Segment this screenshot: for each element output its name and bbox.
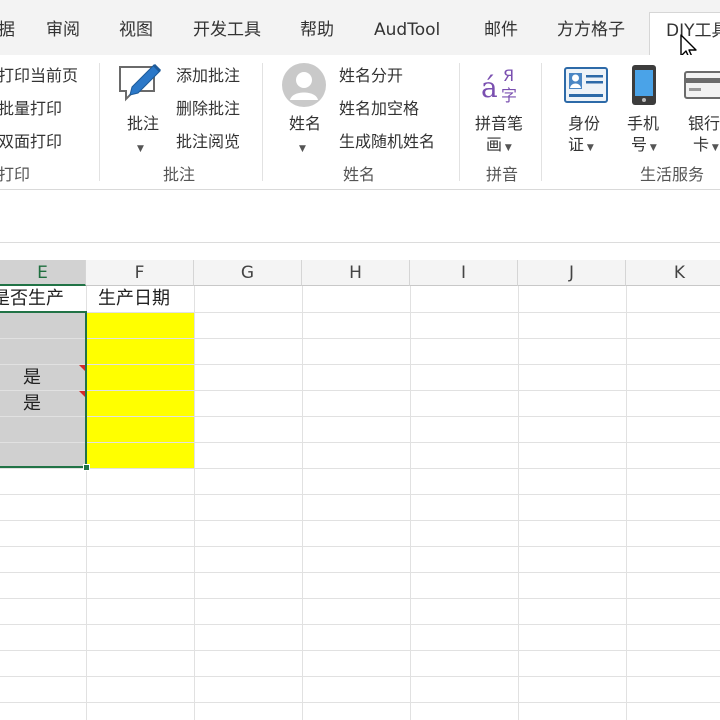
gridline (0, 494, 720, 495)
batch-print-button[interactable]: 批量打印 (0, 99, 62, 119)
svg-text:á: á (481, 71, 498, 104)
gridline (0, 442, 720, 443)
bank-card-button-label-line1: 银行 (688, 114, 720, 133)
name-add-space-button[interactable]: 姓名加空格 (339, 99, 419, 119)
tab-mail[interactable]: 邮件 (484, 18, 518, 42)
gridline (0, 520, 720, 521)
selection-border (0, 311, 87, 468)
view-comment-button[interactable]: 批注阅览 (176, 132, 240, 152)
bank-card-icon (684, 71, 720, 99)
comment-group-label: 批注 (163, 165, 196, 184)
print-current-page-button[interactable]: 打印当前页 (0, 66, 78, 86)
tab-review[interactable]: 审阅 (46, 18, 80, 42)
comment-big-button-label: 批注 (127, 114, 160, 133)
fill-handle[interactable] (83, 464, 90, 471)
tab-audtool[interactable]: AudTool (374, 18, 440, 42)
gridline (0, 364, 720, 365)
ribbon-tab-bar: 据 审阅 视图 开发工具 帮助 AudTool 邮件 方方格子 DIY工具 (0, 0, 720, 55)
cell-e-header[interactable]: 是否生产 (0, 288, 64, 310)
gridline (302, 286, 303, 720)
gridline (0, 572, 720, 573)
tab-help[interactable]: 帮助 (300, 18, 334, 42)
column-header-j[interactable]: J (518, 260, 626, 286)
svg-text:字: 字 (501, 86, 517, 105)
id-card-button-label-line2: 证 ▼ (568, 135, 594, 154)
worksheet-grid[interactable]: E F G H I J K 是否生产 生产日期 是 是 (0, 260, 720, 720)
id-card-button-label-line1: 身份 (568, 114, 601, 133)
phone-button-label-line1: 手机 (627, 114, 660, 133)
gridline (0, 312, 720, 313)
gridline (0, 624, 720, 625)
group-divider (459, 63, 460, 181)
gridline (410, 286, 411, 720)
name-big-button-label: 姓名 (289, 114, 322, 133)
pinyin-icon: á Я 字 (481, 66, 517, 105)
gridline (0, 338, 720, 339)
gridline (194, 286, 195, 720)
tab-data[interactable]: 据 (0, 18, 15, 42)
random-name-button[interactable]: 生成随机姓名 (339, 132, 435, 152)
gridline (518, 286, 519, 720)
life-services-group-label: 生活服务 (640, 165, 705, 184)
pinyin-group-label: 拼音 (486, 165, 519, 184)
phone-button-label-line2: 号 ▼ (631, 135, 657, 154)
gridline (0, 702, 720, 703)
delete-comment-button[interactable]: 删除批注 (176, 99, 240, 119)
pinyin-button-label-line2: 画 ▼ (486, 135, 512, 154)
print-group-label: 打印 (0, 165, 31, 184)
duplex-print-button[interactable]: 双面打印 (0, 132, 62, 152)
split-name-button[interactable]: 姓名分开 (339, 66, 403, 86)
group-divider (541, 63, 542, 181)
column-header-i[interactable]: I (410, 260, 518, 286)
tab-fangfang[interactable]: 方方格子 (557, 18, 625, 42)
gridline (0, 676, 720, 677)
phone-icon (632, 65, 656, 105)
gridline (0, 598, 720, 599)
column-header-f[interactable]: F (86, 260, 194, 286)
gridline (0, 416, 720, 417)
group-divider (99, 63, 100, 181)
cell-f-header[interactable]: 生产日期 (98, 288, 170, 310)
bank-card-button-label-line2: 卡 ▼ (693, 135, 719, 154)
column-header-k[interactable]: K (626, 260, 720, 286)
chevron-down-icon: ▼ (299, 144, 306, 154)
gridline (626, 286, 627, 720)
tab-view[interactable]: 视图 (119, 18, 153, 42)
chevron-down-icon: ▼ (137, 144, 144, 154)
gridline (0, 390, 720, 391)
gridline (0, 468, 720, 469)
pinyin-button-label-line1: 拼音笔 (475, 114, 524, 133)
group-divider (262, 63, 263, 181)
column-header-g[interactable]: G (194, 260, 302, 286)
column-header-h[interactable]: H (302, 260, 410, 286)
svg-text:Я: Я (503, 66, 514, 85)
ribbon-panel: 打印当前页 批量打印 双面打印 打印 批注 ▼ 添加批注 删除批注 批注阅览 批… (0, 55, 720, 190)
add-comment-button[interactable]: 添加批注 (176, 66, 240, 86)
mouse-cursor-icon (680, 34, 697, 55)
comment-icon (119, 63, 162, 102)
id-card-icon (564, 67, 608, 103)
person-icon (282, 63, 326, 107)
column-header-e[interactable]: E (0, 260, 86, 286)
gridline (0, 546, 720, 547)
name-group-label: 姓名 (343, 165, 376, 184)
gridline (0, 650, 720, 651)
tab-developer[interactable]: 开发工具 (193, 18, 261, 42)
formula-bar[interactable] (0, 191, 720, 243)
